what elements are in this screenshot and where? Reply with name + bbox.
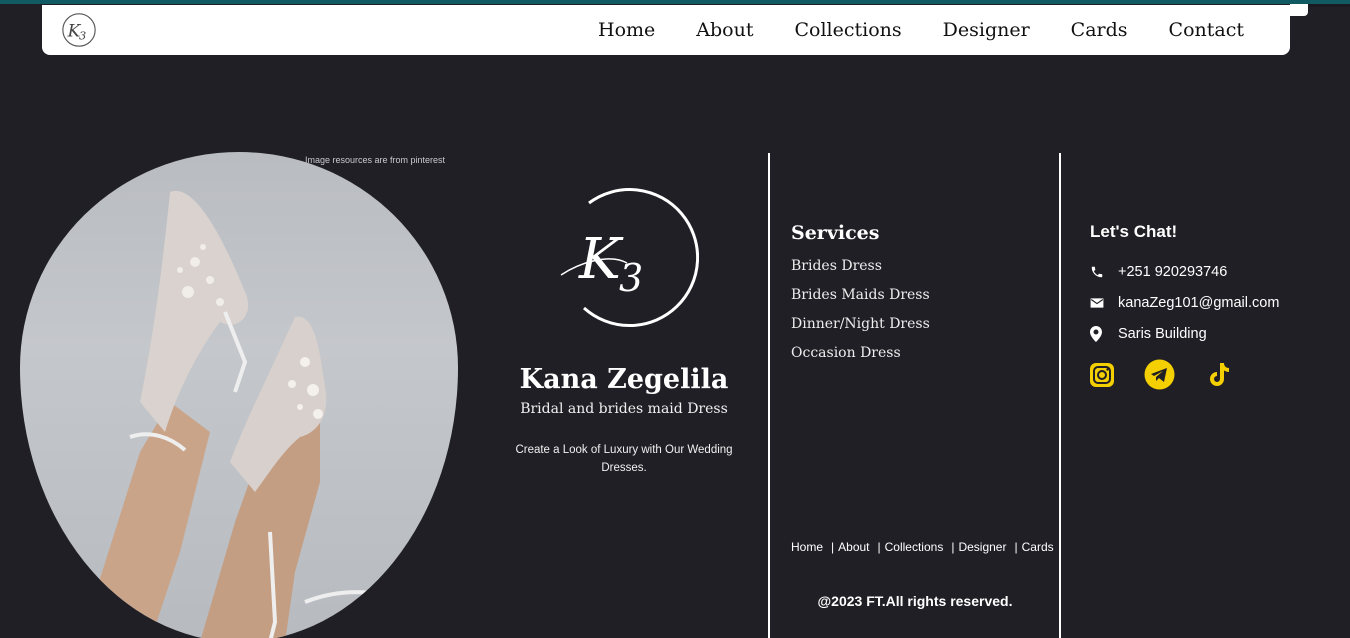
nav-link-contact[interactable]: Contact: [1169, 19, 1244, 41]
footer-links: Home | About | Collections | Designer | …: [791, 540, 1054, 554]
hero-photo: [20, 152, 458, 638]
svg-text:3: 3: [619, 256, 643, 300]
service-item-dinner-night[interactable]: Dinner/Night Dress: [791, 316, 930, 332]
location-icon: [1090, 325, 1118, 342]
service-item-brides[interactable]: Brides Dress: [791, 258, 930, 274]
mail-icon: [1090, 297, 1118, 309]
brand-logo-icon[interactable]: K 3: [60, 11, 98, 49]
nav-link-cards[interactable]: Cards: [1071, 19, 1128, 41]
contact-address: Saris Building: [1118, 325, 1207, 342]
contact-email: kanaZeg101@gmail.com: [1118, 294, 1280, 311]
social-links: [1086, 359, 1233, 390]
contact-phone: +251 920293746: [1118, 263, 1228, 280]
telegram-icon[interactable]: [1144, 359, 1175, 390]
footer-link-designer[interactable]: Designer: [958, 540, 1006, 554]
footer-separator: |: [951, 540, 955, 554]
service-item-brides-maids[interactable]: Brides Maids Dress: [791, 287, 930, 303]
footer-link-home[interactable]: Home: [791, 540, 823, 554]
contact-title: Let's Chat!: [1090, 222, 1178, 241]
brand-name: Kana Zegelila: [519, 364, 729, 395]
bridal-shoes-illustration: [81, 190, 381, 638]
nav-link-collections[interactable]: Collections: [794, 19, 901, 41]
footer-separator: |: [877, 540, 881, 554]
contact-email-row[interactable]: kanaZeg101@gmail.com: [1090, 287, 1279, 318]
navbar: K 3 Home About Collections Designer Card…: [42, 5, 1290, 55]
tiktok-icon[interactable]: [1202, 359, 1233, 390]
footer-separator: |: [1014, 540, 1018, 554]
services-title: Services: [791, 222, 880, 244]
contact-section: Let's Chat! +251 920293746 kanaZeg101@gm…: [1090, 222, 1279, 349]
brand-subtitle: Bridal and brides maid Dress: [520, 401, 728, 417]
footer-separator: |: [831, 540, 835, 554]
nav-link-about[interactable]: About: [696, 19, 753, 41]
contact-phone-row[interactable]: +251 920293746: [1090, 256, 1279, 287]
footer-link-collections[interactable]: Collections: [885, 540, 944, 554]
nav-link-designer[interactable]: Designer: [943, 19, 1030, 41]
brand-section: K 3 Kana Zegelila Bridal and brides maid…: [490, 183, 758, 477]
nav-link-home[interactable]: Home: [598, 19, 655, 41]
contact-address-row[interactable]: Saris Building: [1090, 318, 1279, 349]
hero-photo-frame: [20, 152, 458, 638]
svg-text:3: 3: [79, 29, 86, 43]
instagram-icon[interactable]: [1086, 359, 1117, 390]
footer-link-cards[interactable]: Cards: [1022, 540, 1054, 554]
copyright: @2023 FT.All rights reserved.: [817, 593, 1013, 609]
service-item-occasion[interactable]: Occasion Dress: [791, 345, 930, 361]
footer-link-about[interactable]: About: [838, 540, 869, 554]
navbar-tab: [1290, 4, 1308, 16]
services-section: Services Brides Dress Brides Maids Dress…: [791, 222, 930, 374]
image-credit: Image resources are from pinterest: [305, 155, 446, 165]
brand-tagline: Create a Look of Luxury with Our Wedding…: [515, 444, 733, 474]
column-divider-left: [768, 153, 770, 638]
top-accent-line: [0, 0, 1350, 4]
nav-links: Home About Collections Designer Cards Co…: [598, 5, 1244, 55]
brand-emblem-icon: K 3: [560, 188, 699, 328]
column-divider-right: [1059, 153, 1061, 638]
svg-text:K: K: [578, 227, 624, 292]
phone-icon: [1090, 265, 1118, 279]
